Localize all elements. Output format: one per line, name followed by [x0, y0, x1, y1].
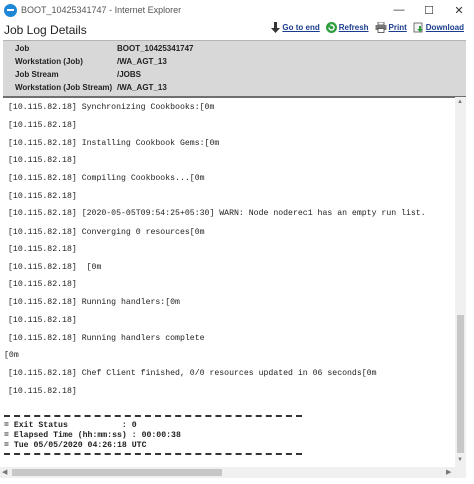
info-value: /WA_AGT_13: [117, 83, 167, 92]
scroll-right-icon[interactable]: ▶: [446, 468, 451, 476]
log-line: [10.115.82.18]: [8, 280, 77, 289]
log-line: [10.115.82.18] [2020-05-05T09:54:25+05:3…: [8, 209, 426, 218]
log-line: [10.115.82.18]: [8, 245, 77, 254]
page-header: Job Log Details Go to end Refresh Print …: [0, 20, 468, 40]
log-line: [10.115.82.18]: [8, 156, 77, 165]
summary-elapsed-time: = Elapsed Time (hh:mm:ss) : 00:00:38: [4, 431, 181, 440]
horizontal-scroll-thumb[interactable]: [12, 469, 222, 476]
log-line: [0m: [4, 351, 19, 360]
refresh-icon: [325, 22, 337, 33]
internet-explorer-icon: [4, 3, 17, 17]
info-label: Workstation (Job): [15, 57, 83, 66]
window-controls: — ☐ ✕: [384, 0, 474, 20]
print-link[interactable]: Print: [375, 22, 407, 33]
download-link[interactable]: Download: [413, 22, 464, 33]
info-row-job: Job BOOT_10425341747: [3, 42, 466, 55]
toolbar: Go to end Refresh Print Download: [265, 22, 464, 33]
job-info-panel: Job BOOT_10425341747 Workstation (Job) /…: [3, 40, 466, 98]
log-line: [10.115.82.18] Installing Cookbook Gems:…: [8, 139, 220, 148]
log-line: [10.115.82.18]: [8, 316, 77, 325]
info-label: Job Stream: [15, 70, 59, 79]
log-line: [10.115.82.18] [0m: [8, 263, 102, 272]
log-output[interactable]: [10.115.82.18] Synchronizing Cookbooks:[…: [0, 97, 455, 467]
refresh-label: Refresh: [338, 23, 369, 32]
printer-icon: [375, 22, 387, 33]
log-line: [10.115.82.18] Synchronizing Cookbooks:[…: [8, 103, 215, 112]
log-line: [10.115.82.18] Converging 0 resources[0m: [8, 228, 205, 237]
page-title: Job Log Details: [4, 23, 87, 37]
log-line: [10.115.82.18] Chef Client finished, 0/0…: [8, 369, 377, 378]
log-line: [10.115.82.18] Compiling Cookbooks...[0m: [8, 174, 205, 183]
info-value: /WA_AGT_13: [117, 57, 167, 66]
scroll-down-icon[interactable]: ▼: [457, 457, 463, 463]
go-to-end-link[interactable]: Go to end: [271, 22, 320, 33]
info-row-workstation-job-stream: Workstation (Job Stream) /WA_AGT_13: [3, 81, 466, 94]
download-icon: [413, 22, 423, 33]
log-line: [10.115.82.18]: [8, 387, 77, 396]
log-line: [10.115.82.18]: [8, 192, 77, 201]
info-value: BOOT_10425341747: [117, 44, 194, 53]
info-label: Job: [15, 44, 30, 53]
scroll-up-icon[interactable]: ▲: [457, 99, 463, 105]
vertical-scrollbar[interactable]: ▲ ▼: [455, 97, 466, 467]
summary-timestamp: = Tue 05/05/2020 04:26:18 UTC: [4, 441, 147, 450]
refresh-link[interactable]: Refresh: [325, 22, 369, 33]
info-value: /JOBS: [117, 70, 142, 79]
scrollbar-corner: [455, 467, 466, 478]
vertical-scroll-thumb[interactable]: [457, 315, 464, 453]
close-button[interactable]: ✕: [444, 0, 474, 20]
info-row-workstation-job: Workstation (Job) /WA_AGT_13: [3, 55, 466, 68]
download-label: Download: [425, 23, 464, 32]
maximize-button[interactable]: ☐: [414, 0, 444, 20]
window-title: BOOT_10425341747 - Internet Explorer: [21, 5, 182, 15]
print-label: Print: [388, 23, 407, 32]
horizontal-scrollbar[interactable]: ◀ ▶: [0, 467, 455, 478]
arrow-down-icon: [271, 22, 281, 33]
log-line: [10.115.82.18] Running handlers:[0m: [8, 298, 180, 307]
separator-line: [4, 415, 302, 417]
minimize-button[interactable]: —: [384, 0, 414, 20]
log-line: [10.115.82.18] Running handlers complete: [8, 334, 205, 343]
log-line: [10.115.82.18]: [8, 121, 77, 130]
separator-line: [4, 453, 302, 455]
scroll-left-icon[interactable]: ◀: [2, 468, 7, 476]
summary-exit-status: = Exit Status : 0: [4, 421, 137, 430]
info-row-job-stream: Job Stream /JOBS: [3, 68, 466, 81]
window-titlebar: BOOT_10425341747 - Internet Explorer — ☐…: [0, 0, 474, 20]
info-label: Workstation (Job Stream): [15, 83, 113, 92]
go-to-end-label: Go to end: [282, 23, 320, 32]
